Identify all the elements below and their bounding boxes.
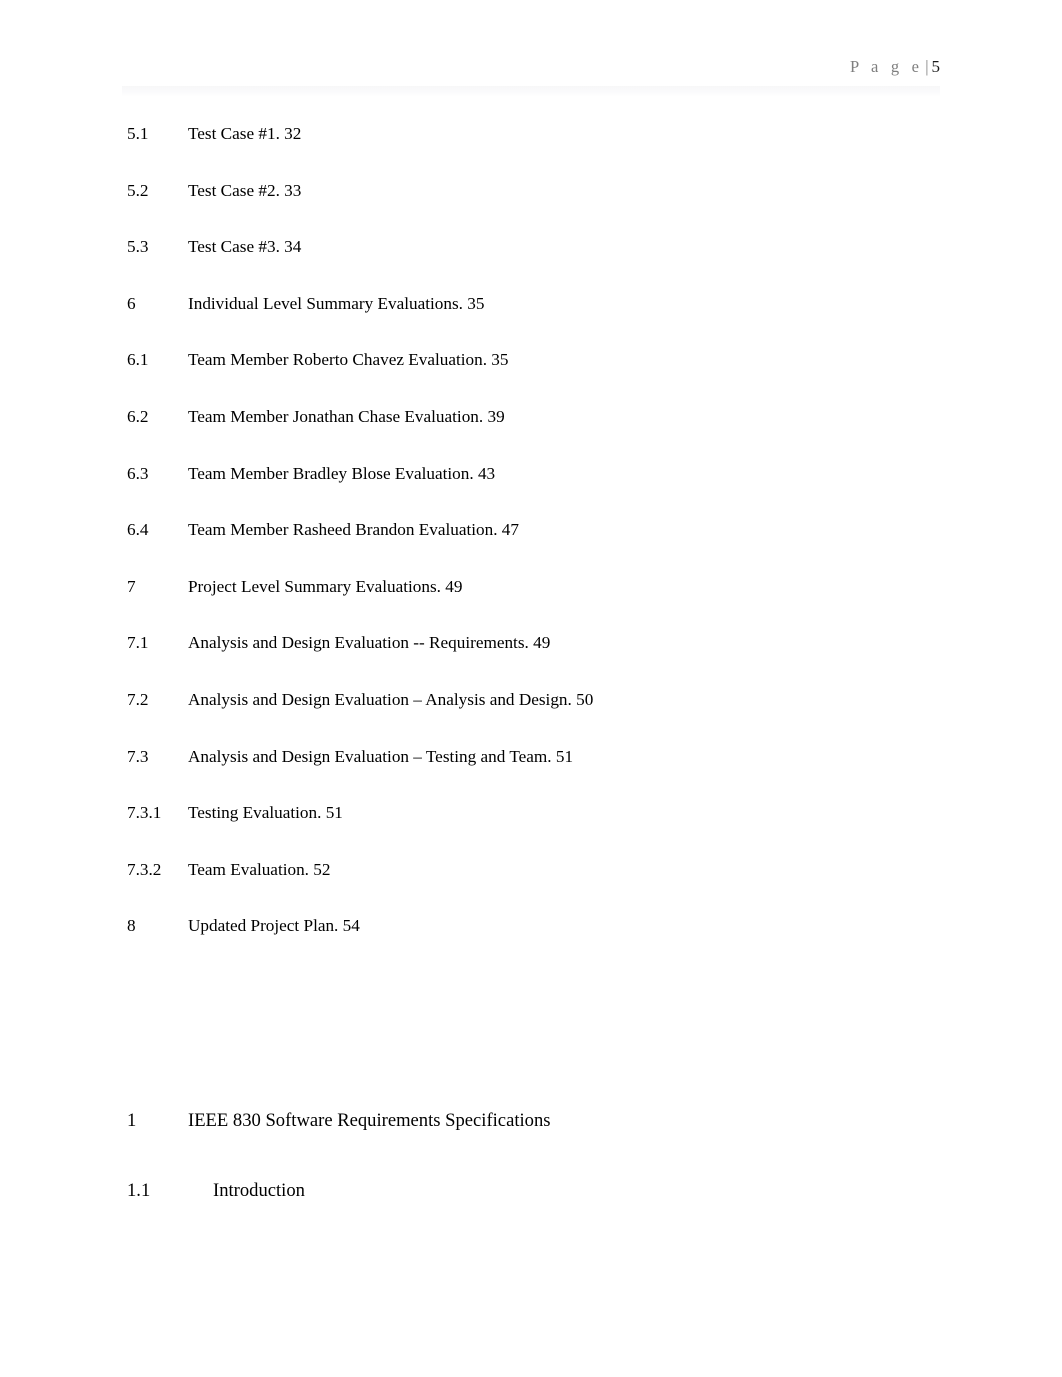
toc-entry-title: Team Evaluation. 52 bbox=[188, 859, 331, 879]
page-header-separator: | bbox=[925, 57, 929, 76]
toc-entry-title: Team Member Roberto Chavez Evaluation. 3… bbox=[188, 350, 509, 370]
toc-entry-title: Test Case #2. 33 bbox=[188, 180, 302, 200]
toc-entry[interactable]: 5.1 Test Case #1. 32 bbox=[127, 122, 987, 179]
page-header-rule bbox=[122, 86, 940, 97]
toc-entry-title: Team Member Bradley Blose Evaluation. 43 bbox=[188, 463, 496, 483]
page-header-word: P a g e bbox=[849, 57, 924, 76]
toc-entry[interactable]: 6 Individual Level Summary Evaluations. 3… bbox=[127, 292, 987, 349]
toc-entry-title: Testing Evaluation. 51 bbox=[188, 803, 343, 823]
toc-entry[interactable]: 7.3.1 Testing Evaluation. 51 bbox=[127, 801, 987, 858]
toc-entry[interactable]: 7.1 Analysis and Design Evaluation -- Req… bbox=[127, 631, 987, 688]
toc-entry[interactable]: 6.2 Team Member Jonathan Chase Evaluation… bbox=[127, 405, 987, 462]
toc-entry-title: Analysis and Design Evaluation -- Requir… bbox=[188, 633, 551, 653]
toc-entry[interactable]: 6.3 Team Member Bradley Blose Evaluation.… bbox=[127, 462, 987, 519]
toc-entry-number: 7.3.2 bbox=[127, 859, 162, 879]
table-of-contents: 5.1 Test Case #1. 32 5.2 Test Case #2. 33 5.… bbox=[127, 122, 987, 971]
toc-entry-title: Test Case #1. 32 bbox=[188, 124, 302, 143]
page-header-text: P a g e | 5 bbox=[850, 56, 940, 78]
section-heading-title: IEEE 830 Software Requirements Specifica… bbox=[188, 1110, 551, 1131]
section-heading-number: 1 bbox=[127, 1110, 137, 1131]
section-heading-title: Introduction bbox=[213, 1180, 305, 1201]
section-heading-number: 1.1 bbox=[127, 1180, 151, 1201]
toc-entry-number: 6 bbox=[127, 293, 136, 313]
toc-entry-number: 6.3 bbox=[127, 463, 149, 483]
page-header: P a g e | 5 bbox=[122, 56, 940, 97]
toc-entry-number: 6.1 bbox=[127, 350, 149, 370]
toc-entry[interactable]: 8 Updated Project Plan. 54 bbox=[127, 914, 987, 971]
toc-entry-title: Individual Level Summary Evaluations. 35 bbox=[188, 293, 485, 313]
toc-entry-title: Team Member Rasheed Brandon Evaluation. … bbox=[188, 520, 519, 540]
toc-entry[interactable]: 7.3 Analysis and Design Evaluation – Test… bbox=[127, 745, 987, 802]
toc-entry-number: 7.1 bbox=[127, 633, 149, 653]
toc-entry-number: 7.2 bbox=[127, 689, 149, 709]
toc-entry[interactable]: 6.1 Team Member Roberto Chavez Evaluation… bbox=[127, 348, 987, 405]
toc-entry-title: Test Case #3. 34 bbox=[188, 237, 302, 257]
toc-entry-title: Analysis and Design Evaluation – Analysi… bbox=[188, 689, 594, 709]
toc-entry[interactable]: 6.4 Team Member Rasheed Brandon Evaluatio… bbox=[127, 518, 987, 575]
toc-entry-title: Analysis and Design Evaluation – Testing… bbox=[188, 746, 574, 766]
toc-entry-number: 5.2 bbox=[127, 180, 149, 200]
toc-entry[interactable]: 5.2 Test Case #2. 33 bbox=[127, 179, 987, 236]
toc-entry-number: 5.1 bbox=[127, 124, 149, 143]
page-number: 5 bbox=[931, 57, 941, 76]
document-page: P a g e | 5 5.1 Test Case #1. 32 5.2 Test Cas… bbox=[0, 0, 1062, 1377]
toc-entry[interactable]: 7.3.2 Team Evaluation. 52 bbox=[127, 858, 987, 915]
toc-entry-number: 6.2 bbox=[127, 406, 149, 426]
toc-entry-number: 7.3.1 bbox=[127, 803, 162, 823]
toc-entry[interactable]: 7 Project Level Summary Evaluations. 49 bbox=[127, 575, 987, 632]
toc-entry-title: Project Level Summary Evaluations. 49 bbox=[188, 576, 463, 596]
toc-entry-number: 7.3 bbox=[127, 746, 149, 766]
toc-entry-number: 7 bbox=[127, 576, 136, 596]
toc-entry-number: 5.3 bbox=[127, 237, 149, 257]
toc-entry[interactable]: 5.3 Test Case #3. 34 bbox=[127, 235, 987, 292]
toc-entry[interactable]: 7.2 Analysis and Design Evaluation – Anal… bbox=[127, 688, 987, 745]
section-heading-level-1: 1 IEEE 830 Software Requirements Specific… bbox=[127, 1108, 987, 1178]
toc-entry-number: 6.4 bbox=[127, 520, 149, 540]
section-heading-level-2: 1.1 Introduction bbox=[127, 1178, 987, 1218]
toc-entry-title: Updated Project Plan. 54 bbox=[188, 916, 360, 936]
toc-entry-number: 8 bbox=[127, 916, 136, 936]
section-headings: 1 IEEE 830 Software Requirements Specific… bbox=[127, 1108, 987, 1218]
toc-entry-title: Team Member Jonathan Chase Evaluation. 3… bbox=[188, 406, 505, 426]
